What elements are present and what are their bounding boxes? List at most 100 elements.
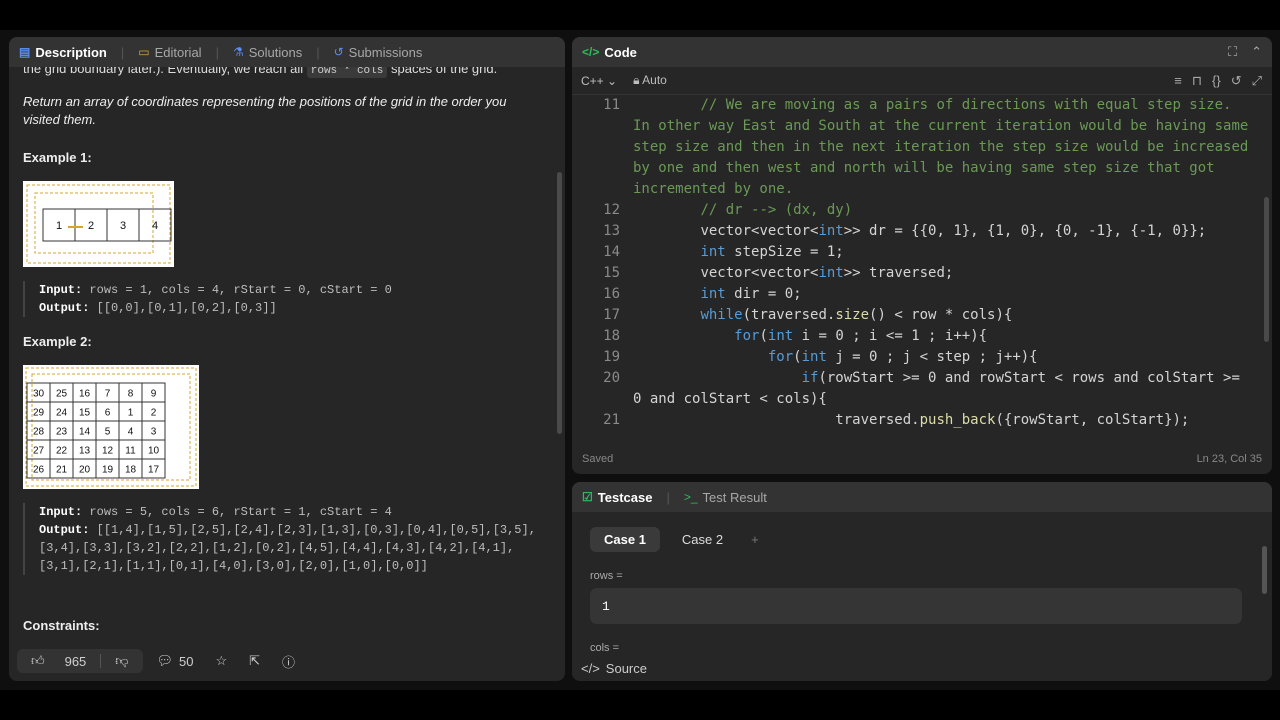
- checkbox-icon: ☑: [582, 490, 593, 504]
- panel-window-controls: ⛶ ⌃: [1228, 44, 1262, 60]
- favorite-button[interactable]: ☆: [207, 653, 235, 669]
- grid-cell-label: 29: [33, 408, 45, 419]
- grid-cell-label: 3: [151, 427, 157, 438]
- problem-description: the grid boundary later.). Eventually, w…: [9, 67, 553, 641]
- grid-cell-label: 14: [79, 427, 91, 438]
- code-icon: </>: [582, 45, 600, 59]
- case-tab-1[interactable]: Case 1: [590, 527, 660, 552]
- description-panel: ▤ Description | ▭ Editorial | ⚗ Solution…: [9, 37, 565, 681]
- example-1-image: 1 2 3 4: [23, 181, 174, 267]
- tab-description[interactable]: ▤ Description: [19, 45, 107, 60]
- grid-cell-label: 4: [152, 220, 158, 232]
- code-line[interactable]: 18 for(int i = 0 ; i <= 1 ; i++){: [572, 326, 1262, 347]
- tab-editorial[interactable]: ▭ Editorial: [138, 45, 201, 60]
- collapse-icon[interactable]: ⌃: [1251, 44, 1262, 60]
- like-button[interactable]: 👍︎ 965: [17, 653, 100, 669]
- language-select[interactable]: C++ ⌄: [581, 74, 617, 88]
- code-line[interactable]: 15 vector<vector<int>> traversed;: [572, 263, 1262, 284]
- chevron-down-icon: ⌄: [607, 73, 618, 88]
- description-tabbar: ▤ Description | ▭ Editorial | ⚗ Solution…: [9, 37, 565, 67]
- grid-cell-label: 8: [128, 389, 134, 400]
- grid-cell-label: 9: [151, 389, 157, 400]
- cursor-position: Ln 23, Col 35: [1196, 453, 1262, 465]
- star-icon: ☆: [215, 653, 228, 668]
- tab-submissions[interactable]: ↺ Submissions: [334, 45, 423, 60]
- grid-cell-label: 5: [105, 427, 111, 438]
- comments-button[interactable]: 💬︎ 50: [149, 653, 202, 669]
- tab-divider: |: [316, 44, 320, 60]
- line-number: 20: [603, 370, 620, 386]
- input-label: Input:: [39, 505, 83, 519]
- format-icon[interactable]: ≡: [1174, 73, 1182, 89]
- thumbs-down-icon: 👎︎: [115, 653, 129, 668]
- history-icon: ↺: [333, 45, 344, 59]
- help-button[interactable]: ⓘ: [274, 652, 303, 671]
- maximize-icon[interactable]: ⛶: [1228, 44, 1237, 60]
- testcase-scrollbar[interactable]: [1262, 546, 1267, 594]
- code-line[interactable]: 11 // We are moving as a pairs of direct…: [572, 95, 1262, 200]
- grid-cell-label: 13: [79, 446, 91, 457]
- code-scrollbar[interactable]: [1264, 197, 1269, 342]
- braces-icon[interactable]: {}: [1212, 73, 1221, 89]
- code-line[interactable]: 14 int stepSize = 1;: [572, 242, 1262, 263]
- language-value: C++: [581, 73, 604, 88]
- line-content: vector<vector<int>> dr = {{0, 1}, {1, 0}…: [633, 223, 1207, 239]
- description-scrollbar[interactable]: [557, 172, 562, 434]
- grid-cell-label: 18: [125, 465, 137, 476]
- grid-cell-label: 2: [88, 220, 94, 232]
- tab-test-result[interactable]: >_ Test Result: [684, 490, 767, 505]
- line-number: 19: [603, 349, 620, 365]
- grid-cell-label: 20: [79, 465, 91, 476]
- share-button[interactable]: ⇱: [241, 653, 268, 669]
- grid-cell-label: 27: [33, 446, 45, 457]
- line-content: while(traversed.size() < row * cols){: [700, 307, 1013, 323]
- line-content: for(int j = 0 ; j < step ; j++){: [767, 349, 1038, 365]
- tab-solutions-label: Solutions: [248, 44, 303, 60]
- code-line[interactable]: 17 while(traversed.size() < row * cols){: [572, 305, 1262, 326]
- tab-solutions[interactable]: ⚗ Solutions: [233, 45, 302, 60]
- grid-cell-label: 28: [33, 427, 45, 438]
- reset-icon[interactable]: ↺: [1231, 73, 1242, 89]
- line-content: if(rowStart >= 0 and rowStart < rows and…: [633, 370, 1249, 407]
- vote-pill: 👍︎ 965 👎︎: [17, 649, 143, 673]
- line-content: int stepSize = 1;: [700, 244, 844, 260]
- comment-count: 50: [179, 653, 194, 669]
- fullscreen-icon[interactable]: ⤢: [1252, 73, 1262, 89]
- code-line[interactable]: 21 traversed.push_back({rowStart, colSta…: [572, 410, 1262, 431]
- grid-cell-label: 12: [102, 446, 114, 457]
- grid-cell-label: 16: [79, 389, 91, 400]
- editor-status-bar: Saved Ln 23, Col 35: [582, 444, 1262, 474]
- example-1-title: Example 1:: [23, 150, 92, 165]
- example-2-image: 30 25 16 7 8 9 29 24 15 6 1 2 28 23 14 5 4 3 27 22 13 12 11 10 2…: [23, 365, 199, 489]
- mode-label: Auto: [642, 73, 667, 87]
- line-number: 14: [603, 244, 620, 260]
- tab-divider: |: [215, 44, 219, 60]
- description-footer: 👍︎ 965 👎︎ 💬︎ 50 ☆ ⇱ ⓘ: [9, 641, 565, 681]
- code-line[interactable]: 20 if(rowStart >= 0 and rowStart < rows …: [572, 368, 1262, 410]
- dislike-button[interactable]: 👎︎: [101, 653, 142, 669]
- tab-divider: |: [666, 489, 670, 505]
- line-number: 18: [603, 328, 620, 344]
- example-2-grid-svg: 30 25 16 7 8 929 24 15 6 1 228 23 14 5 4 327 22 13 12 11 102…: [25, 367, 197, 487]
- tab-code[interactable]: </> Code: [582, 45, 637, 60]
- source-link[interactable]: Source: [606, 661, 647, 676]
- code-editor[interactable]: 11 // We are moving as a pairs of direct…: [572, 95, 1262, 437]
- line-content: int dir = 0;: [700, 286, 802, 302]
- code-line[interactable]: 16 int dir = 0;: [572, 284, 1262, 305]
- example-2-title: Example 2:: [23, 334, 92, 349]
- code-line[interactable]: 19 for(int j = 0 ; j < step ; j++){: [572, 347, 1262, 368]
- bookmark-icon[interactable]: ⊓: [1192, 73, 1202, 89]
- share-icon: ⇱: [249, 653, 261, 668]
- lock-icon: 🔒︎: [633, 73, 640, 87]
- tab-testcase[interactable]: ☑ Testcase: [582, 490, 652, 505]
- case-tab-2[interactable]: Case 2: [668, 527, 737, 552]
- example-2-output: [[1,4],[1,5],[2,5],[2,4],[2,3],[1,3],[0,…: [39, 523, 536, 573]
- rows-input[interactable]: 1: [590, 588, 1242, 624]
- document-icon: ▤: [19, 45, 31, 59]
- add-case-button[interactable]: +: [745, 527, 765, 552]
- code-line[interactable]: 13 vector<vector<int>> dr = {{0, 1}, {1,…: [572, 221, 1262, 242]
- tab-code-label: Code: [604, 44, 637, 60]
- case-tabs: Case 1 Case 2 +: [590, 527, 765, 552]
- autocomplete-toggle[interactable]: 🔒︎ Auto: [633, 73, 667, 88]
- code-line[interactable]: 12 // dr --> (dx, dy): [572, 200, 1262, 221]
